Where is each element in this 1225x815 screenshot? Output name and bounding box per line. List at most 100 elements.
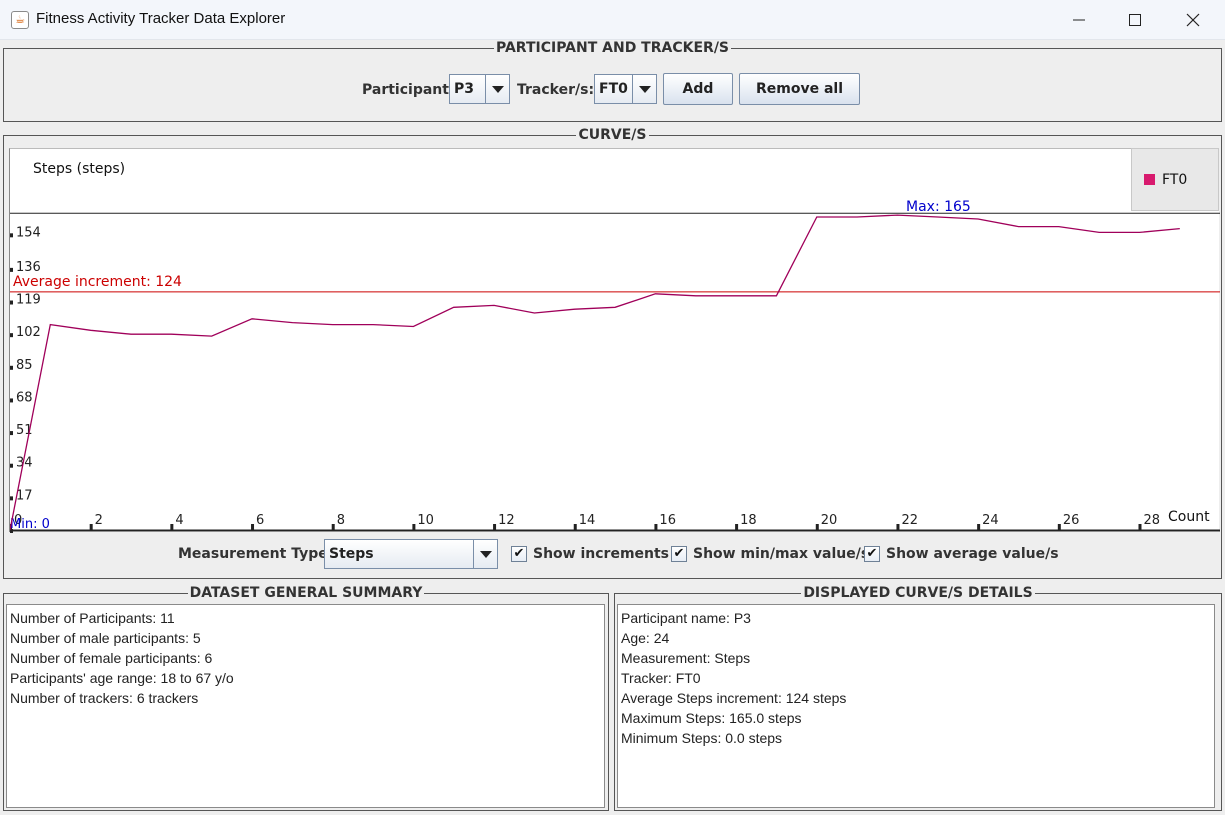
dataset-summary-text[interactable]: Number of Participants: 11 Number of mal… [6, 604, 605, 808]
x-tick-label: 26 [1063, 513, 1080, 528]
details-line: Measurement: Steps [621, 650, 751, 666]
chart-legend: FT0 [1131, 148, 1219, 211]
maximize-icon [1129, 14, 1141, 26]
x-tick-label: 16 [659, 513, 676, 528]
x-tick-label: 14 [579, 513, 596, 528]
curve-details-text[interactable]: Participant name: P3 Age: 24 Measurement… [617, 604, 1215, 808]
details-line: Average Steps increment: 124 steps [621, 690, 847, 706]
summary-line: Number of female participants: 6 [10, 650, 213, 666]
x-tick-label: 22 [901, 513, 918, 528]
maximize-button[interactable] [1106, 0, 1164, 40]
x-tick-mark [170, 524, 174, 530]
y-tick-label: 17 [16, 488, 33, 503]
x-tick-mark [251, 524, 255, 530]
summary-line: Participants' age range: 18 to 67 y/o [10, 670, 234, 686]
measurement-type-label: Measurement Type: [178, 546, 334, 562]
x-tick-mark [735, 524, 739, 530]
y-tick-label: 102 [16, 325, 41, 340]
x-axis-label: Count [1168, 509, 1210, 525]
minimize-button[interactable] [1050, 0, 1108, 40]
details-line: Maximum Steps: 165.0 steps [621, 710, 802, 726]
y-tick-mark [10, 365, 13, 370]
tracker-combo[interactable]: FT0 [594, 74, 657, 104]
y-tick-mark [10, 496, 13, 501]
participant-combo-value: P3 [454, 81, 475, 97]
x-tick-mark [331, 524, 335, 530]
details-line: Participant name: P3 [621, 610, 751, 626]
x-tick-label: 8 [337, 513, 345, 528]
x-tick-label: 12 [498, 513, 515, 528]
x-tick-label: 4 [175, 513, 183, 528]
details-line: Age: 24 [621, 630, 670, 646]
show-minmax-checkbox[interactable]: ✔ [671, 546, 687, 562]
x-tick-mark [977, 524, 981, 530]
y-tick-label: 119 [16, 293, 41, 308]
measurement-type-value: Steps [329, 546, 374, 562]
y-tick-label: 85 [16, 358, 33, 373]
details-line: Tracker: FT0 [621, 670, 701, 686]
y-tick-mark [10, 267, 13, 272]
x-tick-mark [1057, 524, 1061, 530]
legend-swatch-ft0 [1144, 174, 1155, 185]
y-axis-label: Steps (steps) [33, 161, 125, 177]
x-tick-mark [896, 524, 900, 530]
x-tick-mark [815, 524, 819, 530]
series-line-ft0 [10, 214, 1180, 531]
x-tick-label: 18 [740, 513, 757, 528]
x-tick-mark [654, 524, 658, 530]
y-tick-mark [10, 233, 13, 238]
show-average-checkbox[interactable]: ✔ [864, 546, 880, 562]
title-bar: ☕ Fitness Activity Tracker Data Explorer [0, 0, 1225, 40]
x-tick-mark [89, 524, 93, 530]
curve-details-title: DISPLAYED CURVE/S DETAILS [801, 585, 1035, 601]
y-tick-mark [10, 431, 13, 436]
add-tracker-button[interactable]: Add [663, 73, 733, 105]
tracker-combo-value: FT0 [599, 81, 628, 97]
x-tick-mark [1138, 524, 1142, 530]
x-tick-label: 2 [95, 513, 103, 528]
participant-label: Participant: [362, 82, 455, 98]
y-tick-label: 136 [16, 260, 41, 275]
participant-combo[interactable]: P3 [449, 74, 510, 104]
x-tick-mark [573, 524, 577, 530]
y-tick-mark [10, 300, 13, 305]
measurement-type-combo[interactable]: Steps [324, 539, 498, 569]
show-increments-checkbox[interactable]: ✔ [511, 546, 527, 562]
chevron-down-icon[interactable] [632, 75, 656, 103]
max-value-label: Max: 165 [906, 199, 971, 215]
y-tick-mark [10, 333, 13, 338]
show-increments-label[interactable]: Show increments [533, 546, 669, 562]
x-tick-label: 10 [417, 513, 434, 528]
chevron-down-icon[interactable] [485, 75, 509, 103]
remove-all-button[interactable]: Remove all [739, 73, 860, 105]
y-tick-label: 154 [16, 225, 41, 240]
show-minmax-label[interactable]: Show min/max value/s [693, 546, 869, 562]
legend-entry-ft0: FT0 [1162, 172, 1188, 188]
x-tick-label: 6 [256, 513, 264, 528]
dataset-summary-title: DATASET GENERAL SUMMARY [187, 585, 425, 601]
x-tick-label: 20 [821, 513, 838, 528]
min-value-label: Min: 0 [10, 517, 50, 532]
steps-line-chart: Steps (steps)17345168851021191361540 2 4 6 8… [10, 161, 1220, 533]
x-tick-label: 28 [1143, 513, 1160, 528]
details-line: Minimum Steps: 0.0 steps [621, 730, 783, 746]
minimize-icon [1073, 19, 1085, 21]
chevron-down-icon[interactable] [473, 540, 497, 568]
summary-line: Number of male participants: 5 [10, 630, 201, 646]
close-button[interactable] [1164, 0, 1222, 40]
tracker-label: Tracker/s: [517, 82, 595, 98]
window-title: Fitness Activity Tracker Data Explorer [36, 10, 286, 27]
show-average-label[interactable]: Show average value/s [886, 546, 1059, 562]
x-tick-mark [493, 524, 497, 530]
y-tick-label: 68 [16, 390, 33, 405]
y-tick-mark [10, 398, 13, 403]
x-tick-label: 24 [982, 513, 999, 528]
summary-line: Number of trackers: 6 trackers [10, 690, 199, 706]
participant-panel-title: PARTICIPANT AND TRACKER/S [493, 40, 732, 56]
close-icon [1186, 13, 1200, 27]
summary-line: Number of Participants: 11 [10, 610, 175, 626]
x-tick-mark [412, 524, 416, 530]
java-cup-icon: ☕ [11, 11, 29, 29]
y-tick-mark [10, 463, 13, 468]
chart-area: Steps (steps) 17 34 51 68 85 102 119 136 154 0 2 4 6 8… [9, 148, 1220, 533]
